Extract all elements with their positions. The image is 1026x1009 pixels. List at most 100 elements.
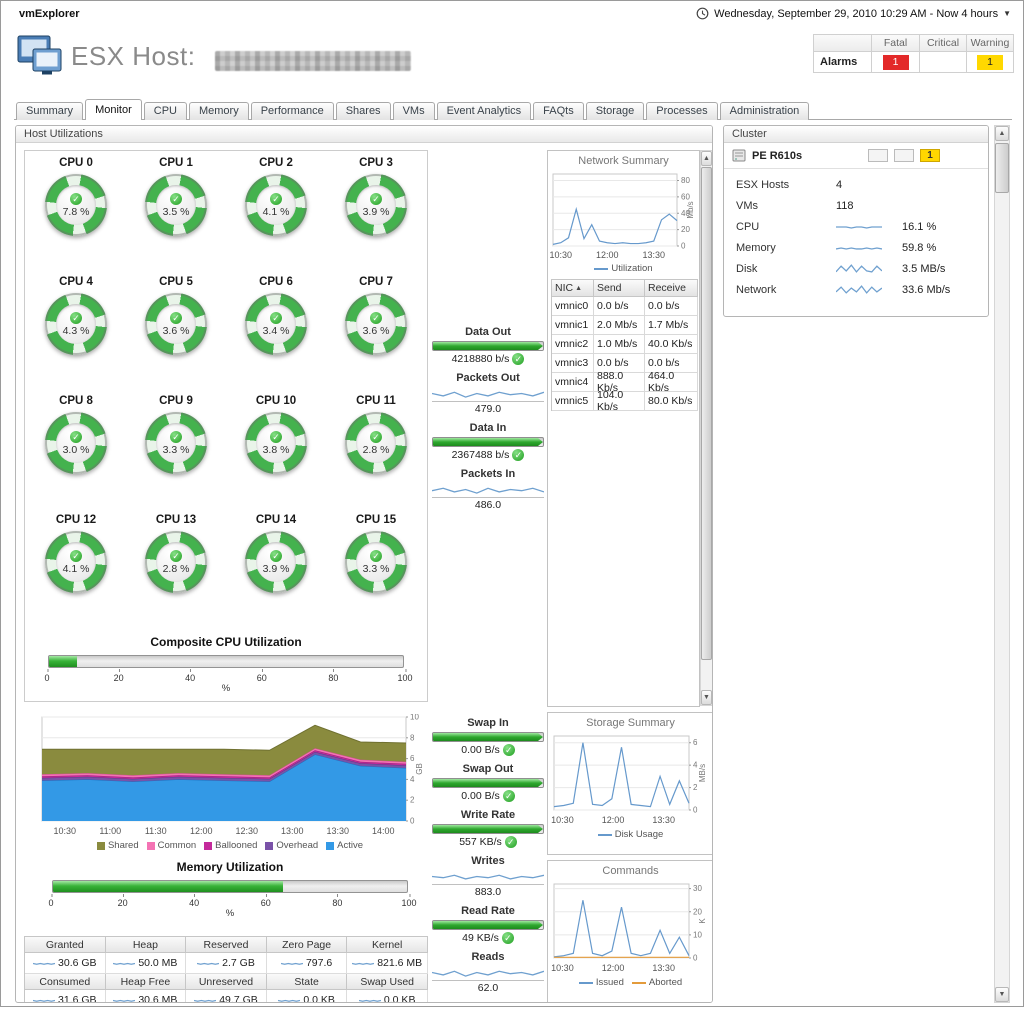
alarm-badge[interactable]: 1 [920,149,940,162]
nic-name-cell[interactable]: vmnic3 [552,354,594,373]
cpu-gauge[interactable]: CPU 9 3.3 % [126,392,226,511]
memory-history-chart[interactable]: 0246810GB [40,714,426,824]
alarm-badge[interactable] [894,149,914,162]
tab[interactable]: VMs [393,102,435,120]
metric-sparkline [432,386,544,402]
nic-name-cell[interactable]: vmnic4 [552,373,594,392]
tab[interactable]: Administration [720,102,810,120]
cpu-gauge[interactable]: CPU 2 4.1 % [226,154,326,273]
cpu-gauge[interactable]: CPU 14 3.9 % [226,511,326,630]
metric-gauge[interactable]: Packets Out 479.0 [429,372,547,415]
memory-history-chart-block: 0246810GB 10:3011:0011:3012:0012:3013:00… [32,712,428,858]
cpu-label: CPU 3 [326,157,426,169]
dial-gauge: 3.3 % [345,531,407,593]
cpu-utilization-value: 3.0 % [63,444,90,456]
cpu-label: CPU 1 [126,157,226,169]
cpu-gauge[interactable]: CPU 11 2.8 % [326,392,426,511]
cpu-gauge[interactable]: CPU 1 3.5 % [126,154,226,273]
network-summary-title: Network Summary [548,155,699,167]
tab[interactable]: FAQts [533,102,584,120]
nic-column-header[interactable]: NIC ▲ [552,280,594,297]
metric-gauge[interactable]: Data In 2367488 b/s [429,422,547,461]
cluster-metric-row[interactable]: ESX Hosts 4 [724,174,988,195]
metric-gauge[interactable]: Reads 62.0 [429,951,547,994]
send-column-header[interactable]: Send [594,280,645,297]
cluster-metric-row[interactable]: VMs 118 [724,195,988,216]
commands-chart[interactable]: 0102030K [552,881,709,961]
dial-gauge: 2.8 % [345,412,407,474]
alarm-badge[interactable] [868,149,888,162]
cluster-metric-row[interactable]: Network 33.6 Mb/s [724,279,988,300]
metric-gauge[interactable]: Data Out 4218880 b/s [429,326,547,365]
dial-gauge: 3.0 % [45,412,107,474]
scroll-down-button[interactable]: ▼ [701,690,712,705]
cpu-utilization-value: 3.3 % [163,444,190,456]
metric-sparkline [194,996,216,1004]
tab[interactable]: Event Analytics [437,102,532,120]
scrollbar-track[interactable] [995,141,1009,987]
commands-title: Commands [548,865,713,877]
nic-name-cell[interactable]: vmnic5 [552,392,594,411]
scrollbar-thumb[interactable] [701,167,712,660]
tab[interactable]: Processes [646,102,717,120]
scroll-down-button[interactable]: ▼ [995,987,1009,1002]
scroll-up-button[interactable]: ▲ [701,151,712,166]
nic-name-cell[interactable]: vmnic2 [552,335,594,354]
tab[interactable]: CPU [144,102,187,120]
metric-gauge[interactable]: Swap Out 0.00 B/s [429,763,547,802]
svg-text:6: 6 [693,738,698,747]
cpu-gauge[interactable]: CPU 12 4.1 % [26,511,126,630]
disk-usage-chart[interactable]: 0246MB/s [552,733,709,813]
cpu-gauge[interactable]: CPU 3 3.9 % [326,154,426,273]
tab[interactable]: Summary [16,102,83,120]
cluster-metric-row[interactable]: CPU 16.1 % [724,216,988,237]
cpu-gauge[interactable]: CPU 4 4.3 % [26,273,126,392]
metric-gauge[interactable]: Read Rate 49 KB/s [429,905,547,944]
table-header-cell: Granted [25,937,106,953]
nic-name-cell[interactable]: vmnic0 [552,297,594,316]
cluster-host-row[interactable]: PE R610s 1 [724,143,988,169]
svg-text:GB: GB [415,763,424,775]
alarms-col-critical: Critical [920,35,967,52]
cpu-gauge[interactable]: CPU 6 3.4 % [226,273,326,392]
tab[interactable]: Storage [586,102,645,120]
x-axis-labels: 10:3012:0013:30 [553,250,677,261]
cpu-gauge[interactable]: CPU 13 2.8 % [126,511,226,630]
dropdown-arrow-icon[interactable]: ▼ [1003,9,1011,18]
scroll-up-button[interactable]: ▲ [995,126,1009,141]
inner-scrollbar[interactable]: ▲ ▼ [700,150,713,706]
cluster-metric-row[interactable]: Memory 59.8 % [724,237,988,258]
time-range-selector[interactable]: Wednesday, September 29, 2010 10:29 AM -… [696,7,1011,20]
tab[interactable]: Performance [251,102,334,120]
receive-column-header[interactable]: Receive [645,280,698,297]
scrollbar-thumb[interactable] [995,143,1009,193]
ok-status-icon [70,312,82,324]
cpu-gauge[interactable]: CPU 7 3.6 % [326,273,426,392]
cluster-metric-row[interactable]: Disk 3.5 MB/s [724,258,988,279]
cpu-gauge[interactable]: CPU 5 3.6 % [126,273,226,392]
cpu-gauge[interactable]: CPU 8 3.0 % [26,392,126,511]
metric-value: 33.6 Mb/s [902,284,988,296]
metric-value: 2367488 b/s [452,449,510,461]
cluster-name[interactable]: PE R610s [752,150,802,162]
nic-name-cell[interactable]: vmnic1 [552,316,594,335]
network-utilization-chart[interactable]: 020406080Mb/s [551,171,697,249]
warning-alarm-count[interactable]: 1 [977,55,1003,70]
page-scrollbar[interactable]: ▲ ▼ [994,125,1010,1003]
cpu-gauge[interactable]: CPU 10 3.8 % [226,392,326,511]
ok-status-icon [370,550,382,562]
tab[interactable]: Memory [189,102,249,120]
metric-gauge[interactable]: Writes 883.0 [429,855,547,898]
metric-value: 0.00 B/s [461,744,500,756]
cpu-gauge[interactable]: CPU 15 3.3 % [326,511,426,630]
tab[interactable]: Shares [336,102,391,120]
metric-gauge[interactable]: Swap In 0.00 B/s [429,717,547,756]
metric-gauge[interactable]: Packets In 486.0 [429,468,547,511]
scrollbar-track[interactable] [701,166,712,690]
metric-gauge[interactable]: Write Rate 557 KB/s [429,809,547,848]
nic-table: NIC ▲ Send Receive vmnic0 0.0 b/s 0.0 b/… [551,279,698,411]
tab[interactable]: Monitor [85,99,142,120]
critical-alarm-count[interactable] [930,55,956,70]
cpu-gauge[interactable]: CPU 0 7.8 % [26,154,126,273]
fatal-alarm-count[interactable]: 1 [883,55,909,70]
